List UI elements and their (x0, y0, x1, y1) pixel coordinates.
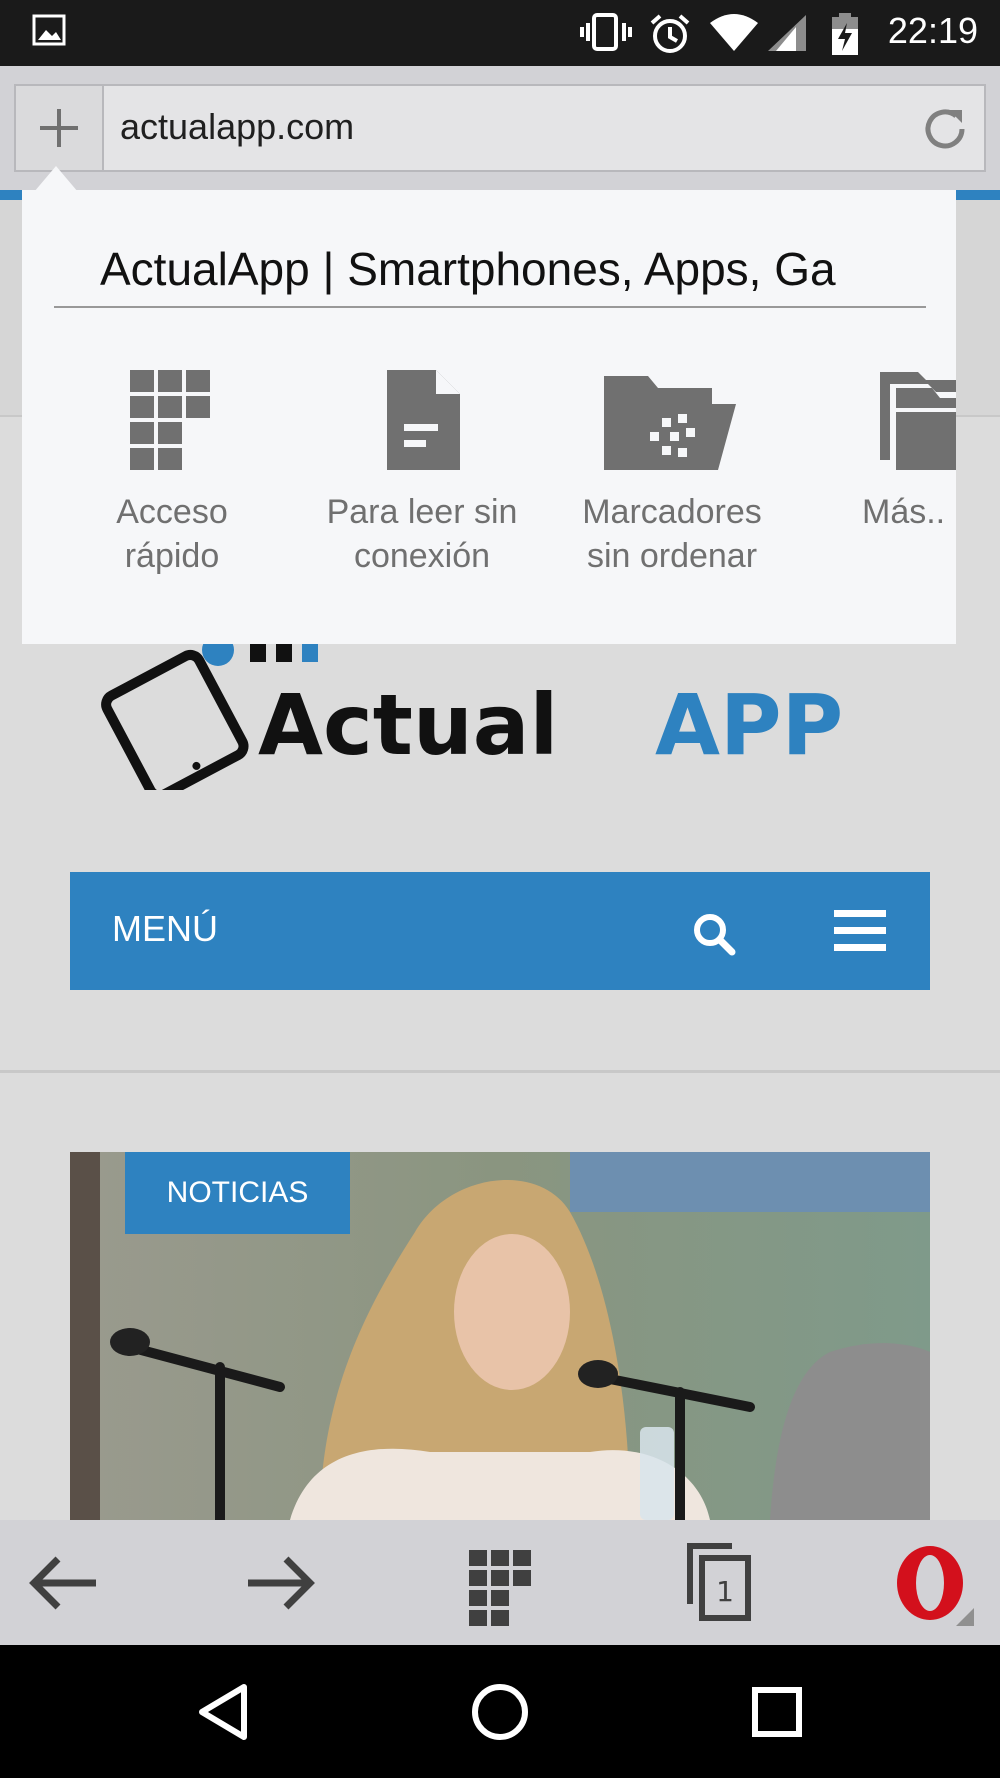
circle-home-icon (472, 1684, 528, 1740)
site-nav-bar: MENÚ (70, 872, 930, 990)
page-title-input[interactable]: ActualApp | Smartphones, Apps, Ga (54, 242, 926, 308)
destination-unsorted-bookmarks[interactable]: Marcadores sin ordenar (552, 370, 792, 600)
status-time: 22:19 (887, 10, 978, 51)
url-field[interactable]: actualapp.com (102, 84, 986, 172)
search-icon (694, 914, 736, 956)
battery-charging-icon (832, 13, 858, 55)
reload-icon (925, 109, 965, 149)
site-logo[interactable]: Actual APP (100, 640, 900, 790)
logo-text-actual: Actual (258, 676, 558, 774)
reload-button[interactable] (916, 100, 974, 158)
android-nav-bar (0, 1645, 1000, 1778)
more-folders-icon (880, 372, 956, 470)
logo-text-app: APP (655, 676, 843, 774)
destination-label: Acceso rápido (116, 493, 228, 575)
alarm-icon (650, 14, 690, 53)
unsorted-bookmarks-folder-icon (604, 376, 736, 470)
forward-arrow-icon (248, 1556, 315, 1610)
back-arrow-icon (29, 1556, 96, 1610)
system-recents-button[interactable] (742, 1677, 812, 1747)
triangle-back-icon (199, 1684, 247, 1740)
category-badge[interactable]: NOTICIAS (125, 1152, 350, 1234)
destination-label: Para leer sin conexión (326, 493, 518, 575)
destination-label: Más.. (862, 493, 946, 531)
back-button[interactable] (18, 1538, 108, 1628)
tabs-button[interactable]: 1 (674, 1538, 764, 1628)
tab-count: 1 (716, 1575, 734, 1608)
forward-button[interactable] (236, 1538, 326, 1628)
destination-label: Marcadores sin ordenar (582, 493, 762, 575)
wifi-icon (710, 14, 758, 51)
page-title-value: ActualApp | Smartphones, Apps, Ga (100, 243, 836, 295)
destination-more[interactable]: Más.. (802, 370, 956, 600)
image-notification-icon (32, 14, 66, 46)
destination-offline-pages[interactable]: Para leer sin conexión (302, 370, 542, 600)
destination-speed-dial[interactable]: Acceso rápido (52, 370, 292, 600)
section-divider (0, 1070, 1000, 1073)
add-to-popup: ActualApp | Smartphones, Apps, Ga Acceso… (22, 190, 956, 644)
offline-page-icon (387, 370, 460, 470)
tabs-icon: 1 (687, 1543, 751, 1621)
popup-pointer (34, 166, 78, 192)
speed-dial-button[interactable] (455, 1538, 545, 1628)
add-bookmark-button[interactable] (14, 84, 102, 172)
menu-label[interactable]: MENÚ (112, 908, 218, 950)
opera-menu-icon (897, 1546, 974, 1626)
site-menu-button[interactable] (834, 908, 886, 954)
site-search-button[interactable] (690, 910, 738, 958)
status-bar: 22:19 (0, 0, 1000, 66)
browser-toolbar: 1 (0, 1520, 1000, 1645)
system-home-button[interactable] (465, 1677, 535, 1747)
speed-dial-icon (469, 1550, 531, 1626)
square-recents-icon (752, 1687, 802, 1737)
opera-menu-button[interactable] (888, 1538, 978, 1628)
vibrate-icon (580, 13, 632, 51)
hamburger-icon (834, 910, 886, 951)
system-back-button[interactable] (188, 1677, 258, 1747)
speed-dial-grid-icon (130, 370, 210, 470)
signal-icon (768, 15, 806, 51)
plus-icon (40, 109, 78, 147)
url-text: actualapp.com (120, 106, 355, 147)
